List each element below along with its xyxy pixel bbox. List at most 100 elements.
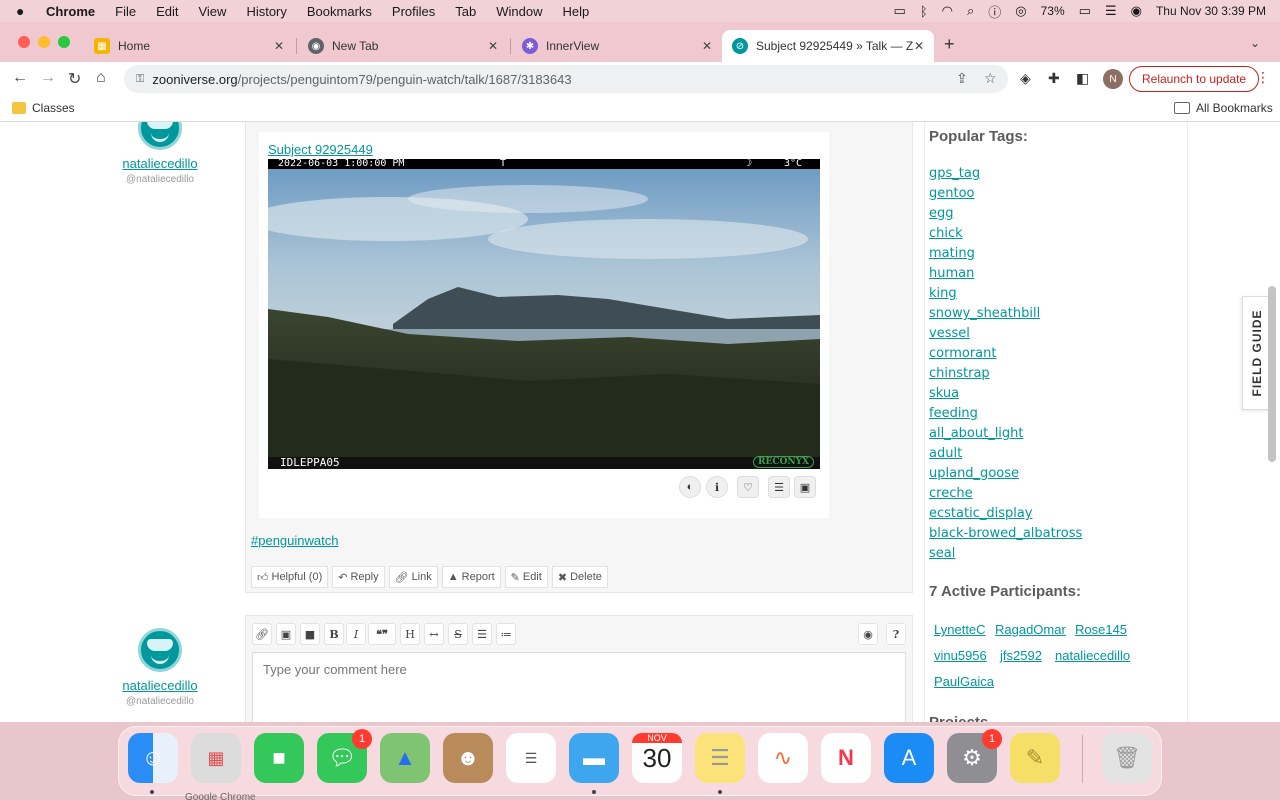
minimize-window-button[interactable] bbox=[38, 36, 50, 48]
menu-edit[interactable]: Edit bbox=[156, 4, 178, 19]
insert-image-icon[interactable]: ▣ bbox=[276, 623, 296, 645]
field-guide-tab[interactable]: FIELD GUIDE bbox=[1242, 296, 1270, 410]
page-scrollbar[interactable] bbox=[1268, 286, 1276, 462]
edit-button[interactable]: ✎ Edit bbox=[504, 566, 548, 588]
control-center-icon[interactable]: ☰ bbox=[1105, 3, 1117, 19]
tab-new-tab[interactable]: ◉ New Tab ✕ bbox=[298, 30, 508, 62]
tag-link[interactable]: egg bbox=[929, 206, 954, 221]
home-icon[interactable]: ⌂ bbox=[96, 69, 106, 87]
finder-icon[interactable]: ☺ bbox=[128, 733, 178, 783]
trash-icon[interactable]: 🗑︎ bbox=[1102, 733, 1152, 783]
address-bar[interactable]: ⚿ zooniverse.org/projects/penguintom79/p… bbox=[124, 65, 1008, 93]
tag-link[interactable]: gps_tag bbox=[929, 166, 980, 181]
tag-link[interactable]: vessel bbox=[929, 326, 970, 341]
battery-icon[interactable]: ▭ bbox=[1079, 3, 1091, 19]
menu-tab[interactable]: Tab bbox=[455, 4, 476, 19]
close-tab-icon[interactable]: ✕ bbox=[488, 39, 498, 53]
tag-link[interactable]: black-browed_albatross bbox=[929, 526, 1082, 541]
bookmark-star-icon[interactable]: ☆ bbox=[984, 70, 997, 87]
tag-link[interactable]: skua bbox=[929, 386, 959, 401]
close-tab-icon[interactable]: ✕ bbox=[914, 39, 924, 53]
preview-eye-icon[interactable]: ◉ bbox=[858, 623, 878, 645]
share-icon[interactable]: ⇪ bbox=[956, 70, 968, 87]
info-icon[interactable]: ℹ bbox=[706, 476, 728, 498]
tag-link[interactable]: ecstatic_display bbox=[929, 506, 1033, 521]
horizontal-rule-icon[interactable]: ↔ bbox=[424, 623, 444, 645]
comment-input[interactable]: Type your comment here bbox=[252, 652, 906, 722]
menu-profiles[interactable]: Profiles bbox=[392, 4, 435, 19]
siri-icon[interactable]: ◉ bbox=[1131, 3, 1142, 19]
forward-arrow-icon[interactable]: → bbox=[40, 69, 56, 87]
participant-link[interactable]: RagadOmar bbox=[995, 622, 1066, 637]
calendar-icon[interactable]: NOV 30 bbox=[632, 733, 682, 783]
puzzle-extensions-icon[interactable]: ✚ bbox=[1048, 70, 1060, 87]
apple-logo-icon[interactable]: ● bbox=[16, 3, 34, 19]
tag-link[interactable]: feeding bbox=[929, 406, 978, 421]
bold-icon[interactable]: B bbox=[324, 623, 344, 645]
author-name-link[interactable]: nataliecedillo bbox=[100, 678, 220, 693]
tag-link[interactable]: upland_goose bbox=[929, 466, 1019, 481]
files-folder-icon[interactable]: ▬ bbox=[569, 733, 619, 783]
side-panel-icon[interactable]: ◧ bbox=[1076, 70, 1089, 87]
image-view-icon[interactable]: ▣ bbox=[794, 476, 816, 498]
relaunch-to-update-button[interactable]: Relaunch to update bbox=[1129, 66, 1260, 92]
bluetooth-icon[interactable]: ᛒ bbox=[920, 4, 928, 19]
tag-link[interactable]: gentoo bbox=[929, 186, 975, 201]
menu-bookmarks[interactable]: Bookmarks bbox=[307, 4, 372, 19]
new-tab-button[interactable]: + bbox=[944, 34, 955, 55]
news-icon[interactable]: N bbox=[821, 733, 871, 783]
menu-help[interactable]: Help bbox=[563, 4, 590, 19]
tag-link[interactable]: king bbox=[929, 286, 957, 301]
tag-link[interactable]: adult bbox=[929, 446, 962, 461]
bookmark-classes[interactable]: Classes bbox=[12, 101, 75, 115]
quote-icon[interactable]: ❝❞ bbox=[368, 623, 396, 645]
menu-clock[interactable]: Thu Nov 30 3:39 PM bbox=[1156, 4, 1266, 18]
participant-link[interactable]: vinu5956 bbox=[934, 648, 987, 663]
strikethrough-icon[interactable]: S bbox=[448, 623, 468, 645]
report-button[interactable]: ▲ Report bbox=[441, 566, 501, 588]
participant-link[interactable]: nataliecedillo bbox=[1055, 648, 1130, 663]
participant-link[interactable]: Rose145 bbox=[1075, 622, 1127, 637]
insert-link-icon[interactable]: 🔗︎ bbox=[252, 623, 272, 645]
profile-avatar[interactable]: N bbox=[1103, 69, 1123, 89]
zoom-window-button[interactable] bbox=[58, 36, 70, 48]
tag-link[interactable]: snowy_sheathbill bbox=[929, 306, 1040, 321]
launchpad-icon[interactable]: ▦ bbox=[191, 733, 241, 783]
invert-colors-button[interactable]: ◐ bbox=[679, 476, 701, 498]
tag-link[interactable]: chick bbox=[929, 226, 963, 241]
chrome-menu-icon[interactable]: ⋮ bbox=[1256, 69, 1270, 86]
notes-icon[interactable]: ☰ bbox=[695, 733, 745, 783]
tag-link[interactable]: mating bbox=[929, 246, 975, 261]
app-store-icon[interactable]: A bbox=[884, 733, 934, 783]
keyboard-icon[interactable]: ▭ bbox=[894, 3, 906, 19]
tab-zooniverse-talk[interactable]: ⊘ Subject 92925449 » Talk — Z ✕ bbox=[722, 30, 934, 62]
close-tab-icon[interactable]: ✕ bbox=[702, 39, 712, 53]
close-tab-icon[interactable]: ✕ bbox=[274, 39, 284, 53]
avatar[interactable] bbox=[138, 628, 182, 672]
helpful-button[interactable]: 👍︎ Helpful (0) bbox=[251, 566, 329, 588]
accessibility-icon[interactable]: ⓘ bbox=[988, 2, 1001, 21]
facetime-icon[interactable]: ■ bbox=[254, 733, 304, 783]
subject-link[interactable]: Subject 92925449 bbox=[268, 142, 373, 157]
heading-icon[interactable]: H bbox=[400, 623, 420, 645]
tab-innerview[interactable]: ✱ InnerView ✕ bbox=[512, 30, 722, 62]
menu-view[interactable]: View bbox=[198, 4, 226, 19]
tab-search-chevron-icon[interactable]: ⌄ bbox=[1250, 36, 1260, 50]
site-info-icon[interactable]: ⚿ bbox=[136, 73, 144, 86]
menu-app-name[interactable]: Chrome bbox=[46, 4, 95, 19]
menu-file[interactable]: File bbox=[115, 4, 136, 19]
all-bookmarks-folder[interactable]: All Bookmarks bbox=[1174, 101, 1273, 115]
contacts-icon[interactable]: ☻ bbox=[443, 733, 493, 783]
link-button[interactable]: 🔗︎ Link bbox=[388, 566, 438, 588]
participant-link[interactable]: jfs2592 bbox=[1000, 648, 1042, 663]
menu-window[interactable]: Window bbox=[496, 4, 542, 19]
reload-icon[interactable]: ↻ bbox=[68, 69, 81, 89]
participant-link[interactable]: PaulGaica bbox=[934, 674, 994, 689]
tab-home[interactable]: ▦ Home ✕ bbox=[84, 30, 294, 62]
hashtag-link[interactable]: #penguinwatch bbox=[251, 533, 338, 548]
italic-icon[interactable]: I bbox=[346, 623, 366, 645]
tag-link[interactable]: human bbox=[929, 266, 974, 281]
reminders-icon[interactable]: ☰ bbox=[506, 733, 556, 783]
bullet-list-icon[interactable]: ☰ bbox=[472, 623, 492, 645]
author-name-link[interactable]: nataliecedillo bbox=[100, 156, 220, 171]
